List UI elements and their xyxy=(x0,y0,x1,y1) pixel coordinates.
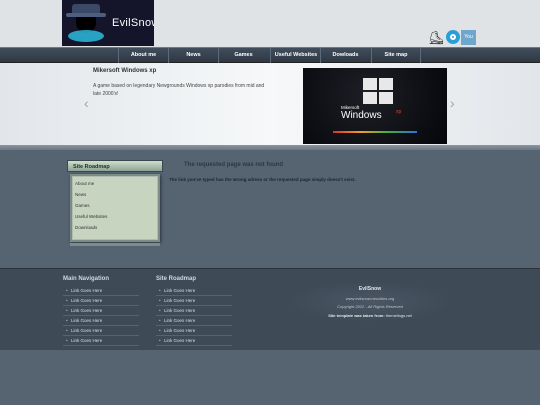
footer-roadmap-link-text: Link Goes Here xyxy=(164,308,196,313)
bullet-icon: • xyxy=(159,308,161,313)
site-logo[interactable]: EvilSnow xyxy=(62,0,154,46)
roadmap-item-useful-websites[interactable]: Useful Websites xyxy=(75,214,107,219)
slider-prev-icon[interactable]: ‹ xyxy=(84,95,89,111)
bullet-icon: • xyxy=(159,338,161,343)
error-message: The link you've typed has the wrong adre… xyxy=(169,177,356,182)
footer-roadmap-link-text: Link Goes Here xyxy=(164,318,196,323)
footer-nav-link-text: Link Goes Here xyxy=(71,328,103,333)
logo-glow xyxy=(68,30,104,42)
error-title: The requested page was not found xyxy=(184,162,284,168)
footer-roadmap-link[interactable]: • Link Goes Here xyxy=(156,336,232,346)
footer-roadmap-link-text: Link Goes Here xyxy=(164,338,196,343)
bullet-icon: • xyxy=(66,308,68,313)
nav-item-news[interactable]: News xyxy=(168,48,218,63)
youtube-icon[interactable]: You Tube xyxy=(461,30,476,55)
footer-template-source[interactable]: themelings.net xyxy=(386,313,412,318)
roadmap-title: Site Roadmap xyxy=(67,160,163,172)
footer-nav-link-text: Link Goes Here xyxy=(71,288,103,293)
bullet-icon: • xyxy=(66,298,68,303)
footer-nav-link-text: Link Goes Here xyxy=(71,298,103,303)
footer-roadmap-link[interactable]: • Link Goes Here xyxy=(156,296,232,306)
footer-site-url[interactable]: www.evilsnow.neocities.org xyxy=(285,296,455,301)
roadmap-item-about-me[interactable]: About me xyxy=(75,181,94,186)
footer-nav-link-text: Link Goes Here xyxy=(71,318,103,323)
footer-roadmap-title: Site Roadmap xyxy=(156,276,197,282)
windows-flag-icon xyxy=(363,78,393,104)
footer-nav-link[interactable]: • Link Goes Here xyxy=(63,286,139,296)
roadmap-item-games[interactable]: Games xyxy=(75,203,90,208)
bullet-icon: • xyxy=(66,318,68,323)
footer-copyright: Copyright 2022 - All Rights Reserved xyxy=(337,304,403,309)
roadmap-footer xyxy=(70,243,160,246)
footer-roadmap-link[interactable]: • Link Goes Here xyxy=(156,286,232,296)
nav-item-about-me[interactable]: About me xyxy=(118,48,168,63)
roadmap-item-news[interactable]: News xyxy=(75,192,86,197)
roller-skater-icon[interactable]: ⛸ xyxy=(428,31,445,45)
bullet-icon: • xyxy=(66,338,68,343)
footer-nav-link[interactable]: • Link Goes Here xyxy=(63,336,139,346)
main-nav: About me News Games Useful Websites Dowl… xyxy=(0,47,540,63)
slide-image-line3: xp xyxy=(396,109,402,115)
nav-item-games[interactable]: Games xyxy=(218,48,268,63)
slide-image-line2: Windows xyxy=(341,110,382,121)
footer-credits: EvilSnow www.evilsnow.neocities.org Copy… xyxy=(285,281,455,323)
page-bottom xyxy=(0,350,540,405)
bullet-icon: • xyxy=(159,288,161,293)
slide-image[interactable]: Mikersoft Windows xp xyxy=(303,68,447,144)
logo-text: EvilSnow xyxy=(112,17,154,29)
main-content: Site Roadmap About me News Games Useful … xyxy=(0,150,540,268)
footer-roadmap-link[interactable]: • Link Goes Here xyxy=(156,326,232,336)
slide-title[interactable]: Mikersoft Windows xp xyxy=(93,68,156,74)
footer-template-label: Site template was taken from: xyxy=(328,313,385,318)
footer-roadmap-link-text: Link Goes Here xyxy=(164,328,196,333)
footer-nav-link[interactable]: • Link Goes Here xyxy=(63,296,139,306)
bullet-icon: • xyxy=(66,288,68,293)
featured-slider: Mikersoft Windows xp A game based on leg… xyxy=(0,63,540,145)
slide-image-colorbar xyxy=(333,131,417,133)
footer-site-name: EvilSnow xyxy=(358,286,382,292)
footer: Main Navigation Site Roadmap • Link Goes … xyxy=(0,268,540,350)
footer-roadmap-link-text: Link Goes Here xyxy=(164,298,196,303)
bullet-icon: • xyxy=(159,328,161,333)
bullet-icon: • xyxy=(159,298,161,303)
footer-roadmap-link-text: Link Goes Here xyxy=(164,288,196,293)
footer-main-nav-title: Main Navigation xyxy=(63,276,110,282)
footer-roadmap-link[interactable]: • Link Goes Here xyxy=(156,316,232,326)
social-bird-icon[interactable] xyxy=(446,30,460,44)
footer-nav-link[interactable]: • Link Goes Here xyxy=(63,326,139,336)
slider-next-icon[interactable]: › xyxy=(450,95,455,111)
slide-description: A game based on legendary Newgrounds Win… xyxy=(93,83,265,97)
footer-nav-link-text: Link Goes Here xyxy=(71,338,103,343)
roadmap-item-downloads[interactable]: Downloads xyxy=(75,225,97,230)
bullet-icon: • xyxy=(66,328,68,333)
footer-roadmap-link[interactable]: • Link Goes Here xyxy=(156,306,232,316)
bullet-icon: • xyxy=(159,318,161,323)
nav-item-dowloads[interactable]: Dowloads xyxy=(320,48,370,63)
footer-template-credit: Site template was taken from: themelings… xyxy=(285,313,455,318)
footer-nav-link[interactable]: • Link Goes Here xyxy=(63,306,139,316)
nav-item-useful-websites[interactable]: Useful Websites xyxy=(270,48,321,63)
footer-nav-link[interactable]: • Link Goes Here xyxy=(63,316,139,326)
footer-nav-link-text: Link Goes Here xyxy=(71,308,103,313)
nav-item-site-map[interactable]: Site map xyxy=(371,48,421,63)
